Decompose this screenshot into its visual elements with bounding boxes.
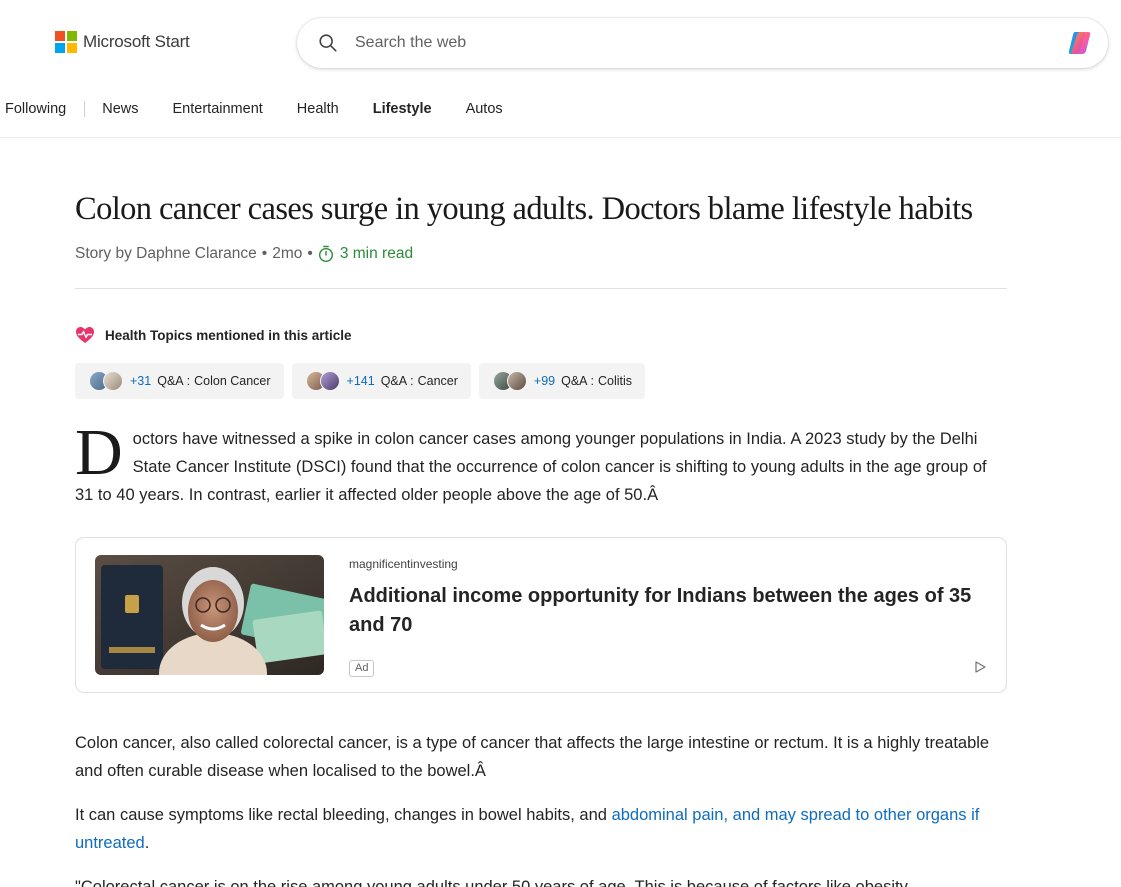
chip-separator: : [590,374,594,388]
title-divider [75,288,1007,289]
read-time-text: 3 min read [339,245,414,262]
health-topics-heading: Health Topics mentioned in this article [75,325,1007,345]
chip-topic: Colon Cancer [194,374,271,388]
nav-entertainment[interactable]: Entertainment [173,101,263,117]
search-box[interactable] [297,18,1108,68]
chip-type: Q&A [561,374,588,388]
header: Microsoft Start [0,0,1121,86]
paragraph-text: . [144,834,150,852]
ad-badge: Ad [349,660,375,677]
timer-icon [318,245,333,263]
nav-news[interactable]: News [102,101,138,117]
chip-type: Q&A [380,374,408,388]
lead-text: octors have witnessed a spike in colon c… [75,430,987,504]
article: Colon cancer cases surge in young adults… [75,186,1007,887]
ad-choices-icon[interactable] [973,660,987,674]
ad-image[interactable] [95,555,324,675]
nav-autos[interactable]: Autos [466,101,503,117]
category-nav: Following News Entertainment Health Life… [0,98,503,120]
chip-topic: Colitis [598,374,633,388]
read-time: 3 min read [318,245,413,263]
chip-count: +141 [346,374,375,388]
author[interactable]: Story by Daphne Clarance [75,245,257,263]
byline: Story by Daphne Clarance • 2mo • 3 min r… [75,242,1007,266]
avatar [103,371,123,391]
copilot-icon[interactable] [1066,27,1098,59]
topic-chip-colon-cancer[interactable]: +31 Q&A : Colon Cancer [75,363,284,399]
topic-chip-cancer[interactable]: +141 Q&A : Cancer [291,363,471,399]
search-icon[interactable] [317,32,339,54]
paragraph-text: It can cause symptoms like rectal bleedi… [75,806,612,824]
logo-text: Microsoft Start [83,32,190,51]
health-topics-heading-text: Health Topics mentioned in this article [105,327,352,343]
ad-image-illustration [95,555,324,675]
chip-count: +99 [533,374,556,388]
chip-type: Q&A [157,374,184,388]
ad-source: magnificentinvesting [349,557,458,571]
body-paragraph: "Colorectal cancer is on the rise among … [75,878,912,887]
body-paragraph: It can cause symptoms like rectal bleedi… [75,801,1007,857]
nav-divider [84,101,86,117]
body-paragraph: Colon cancer, also called colorectal can… [75,734,990,780]
nav-health[interactable]: Health [297,101,339,117]
lead-paragraph: Doctors have witnessed a spike in colon … [75,416,1007,509]
chip-separator: : [410,374,414,388]
sponsored-ad-card[interactable]: magnificentinvesting Additional income o… [75,537,1007,693]
search-input[interactable] [355,30,1035,56]
topic-chip-colitis[interactable]: +99 Q&A : Colitis [478,363,646,399]
article-age: 2mo [272,245,303,262]
chip-separator: : [186,374,191,388]
avatar [319,371,340,391]
nav-divider-line [0,137,1121,138]
nav-lifestyle[interactable]: Lifestyle [373,101,432,117]
health-topic-chips: +31 Q&A : Colon Cancer +141 Q&A : Cancer… [75,363,1007,399]
drop-cap: D [75,416,123,489]
byline-separator: • [261,245,268,262]
nav-following[interactable]: Following [5,101,66,117]
article-title: Colon cancer cases surge in young adults… [75,191,973,227]
microsoft-start-logo[interactable]: Microsoft Start [55,31,190,53]
ad-title[interactable]: Additional income opportunity for Indian… [349,582,979,640]
heart-pulse-icon [76,327,94,343]
microsoft-logo-icon [55,31,77,53]
byline-separator: • [307,245,313,262]
chip-count: +31 [130,374,152,388]
chip-topic: Cancer [417,374,458,388]
avatar [506,371,527,391]
